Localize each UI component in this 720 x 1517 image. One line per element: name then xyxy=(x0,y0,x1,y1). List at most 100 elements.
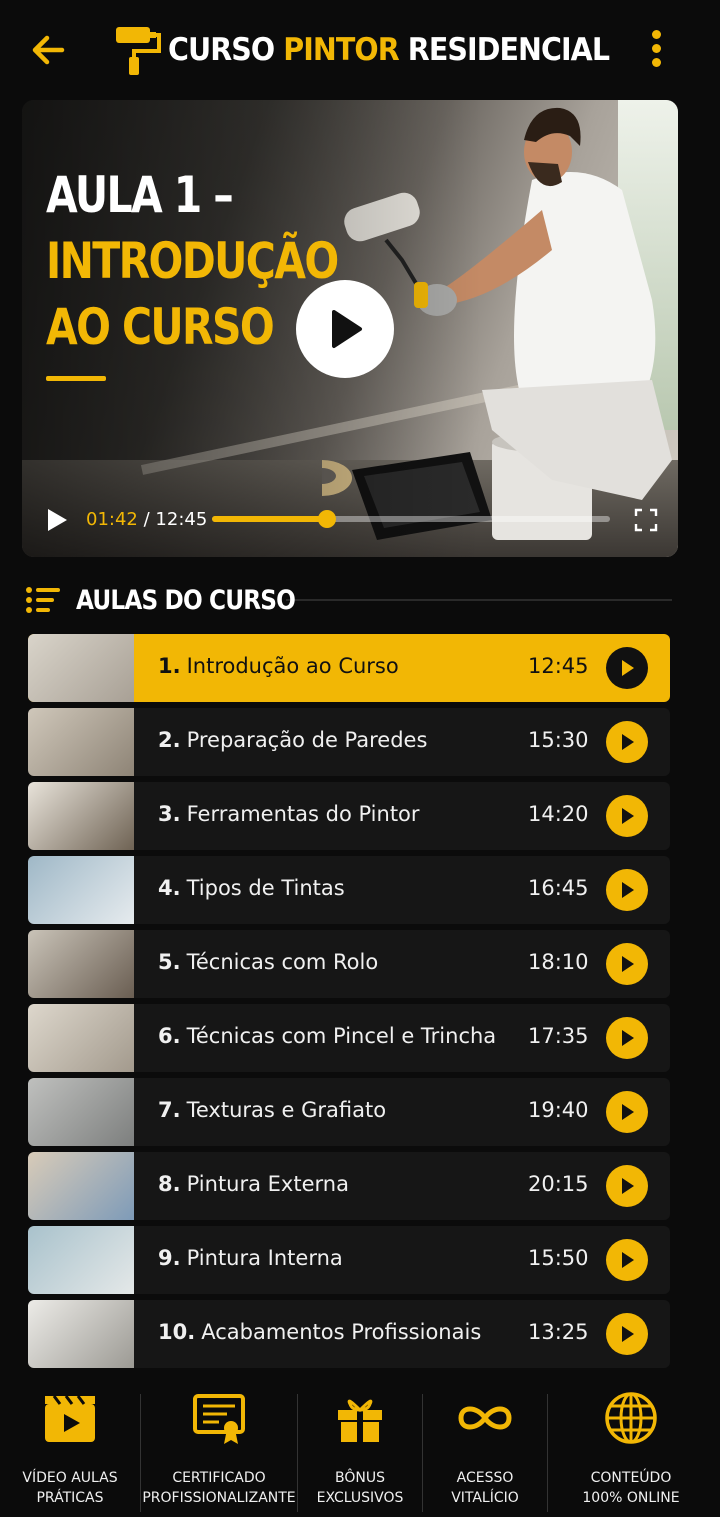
gift-icon xyxy=(338,1399,382,1442)
lesson-number: 5. xyxy=(158,950,181,974)
lesson-thumbnail xyxy=(28,856,134,924)
lesson-row[interactable]: 10. Acabamentos Profissionais 13:25 xyxy=(28,1300,670,1368)
lesson-thumbnail xyxy=(28,708,134,776)
lesson-play-button[interactable] xyxy=(606,1091,648,1133)
lesson-title-text: Pintura Externa xyxy=(186,1172,349,1196)
certificate-icon xyxy=(193,1394,245,1444)
play-icon xyxy=(622,956,634,972)
feature-label: CERTIFICADO PROFISSIONALIZANTE xyxy=(141,1468,297,1508)
title-word-1: CURSO xyxy=(168,32,275,68)
feature-item: VÍDEO AULAS PRÁTICAS xyxy=(0,1390,140,1517)
progress-bar[interactable] xyxy=(212,510,610,528)
lesson-play-button[interactable] xyxy=(606,721,648,763)
lesson-play-button[interactable] xyxy=(606,795,648,837)
play-icon xyxy=(622,1104,634,1120)
lesson-row[interactable]: 5. Técnicas com Rolo 18:10 xyxy=(28,930,670,998)
video-title: AULA 1 – INTRODUÇÃO AO CURSO xyxy=(46,162,339,360)
video-title-line-3: AO CURSO xyxy=(46,298,275,356)
feature-item: ACESSO VITALÍCIO xyxy=(423,1390,547,1517)
lesson-title-text: Tipos de Tintas xyxy=(186,876,345,900)
lesson-play-button[interactable] xyxy=(606,1313,648,1355)
lesson-list: 1. Introdução ao Curso 12:45 2. Preparação d… xyxy=(28,634,670,1374)
lesson-play-button[interactable] xyxy=(606,943,648,985)
lesson-title: 6. Técnicas com Pincel e Trincha xyxy=(158,1024,496,1048)
lesson-play-button[interactable] xyxy=(606,1165,648,1207)
video-title-line-1: AULA 1 – xyxy=(46,166,234,224)
lesson-title: 1. Introdução ao Curso xyxy=(158,654,399,678)
lesson-thumbnail xyxy=(28,1078,134,1146)
lesson-title-text: Acabamentos Profissionais xyxy=(201,1320,482,1344)
lesson-thumbnail xyxy=(28,1300,134,1368)
feature-item: CERTIFICADO PROFISSIONALIZANTE xyxy=(141,1390,297,1517)
lesson-play-button[interactable] xyxy=(606,1017,648,1059)
lesson-duration: 13:25 xyxy=(528,1320,589,1344)
lesson-number: 6. xyxy=(158,1024,181,1048)
lesson-row[interactable]: 4. Tipos de Tintas 16:45 xyxy=(28,856,670,924)
lesson-duration: 19:40 xyxy=(528,1098,589,1122)
progress-knob[interactable] xyxy=(318,510,337,528)
lesson-thumbnail xyxy=(28,1226,134,1294)
lesson-number: 9. xyxy=(158,1246,181,1270)
feature-item: BÔNUS EXCLUSIVOS xyxy=(298,1390,422,1517)
lesson-number: 4. xyxy=(158,876,181,900)
lesson-title-text: Texturas e Grafiato xyxy=(186,1098,387,1122)
feature-label-line-1: CERTIFICADO xyxy=(172,1470,266,1486)
lessons-section-header: AULAS DO CURSO xyxy=(24,578,672,622)
feature-item: CONTEÚDO 100% ONLINE xyxy=(548,1390,714,1517)
section-title: AULAS DO CURSO xyxy=(76,584,296,616)
video-clapper-icon xyxy=(45,1395,95,1442)
paint-roller-icon xyxy=(116,27,161,75)
app-title: CURSO PINTOR RESIDENCIAL xyxy=(168,32,610,68)
lesson-duration: 14:20 xyxy=(528,802,589,826)
kebab-menu-icon[interactable] xyxy=(644,30,668,70)
lesson-duration: 17:35 xyxy=(528,1024,589,1048)
feature-label-line-1: BÔNUS xyxy=(335,1470,385,1486)
lesson-title-text: Técnicas com Pincel e Trincha xyxy=(186,1024,497,1048)
lesson-number: 10. xyxy=(158,1320,196,1344)
lesson-title: 7. Texturas e Grafiato xyxy=(158,1098,386,1122)
lesson-play-button[interactable] xyxy=(606,869,648,911)
lesson-row[interactable]: 2. Preparação de Paredes 15:30 xyxy=(28,708,670,776)
feature-label: VÍDEO AULAS PRÁTICAS xyxy=(0,1468,140,1508)
play-button[interactable] xyxy=(296,280,394,378)
play-icon xyxy=(622,1326,634,1342)
feature-label: CONTEÚDO 100% ONLINE xyxy=(548,1468,714,1508)
play-icon xyxy=(622,734,634,750)
feature-label-line-2: 100% ONLINE xyxy=(582,1490,680,1506)
fullscreen-icon[interactable] xyxy=(634,508,658,532)
feature-label-line-1: ACESSO xyxy=(456,1470,514,1486)
play-icon xyxy=(622,660,634,676)
lesson-row[interactable]: 8. Pintura Externa 20:15 xyxy=(28,1152,670,1220)
play-icon xyxy=(622,1252,634,1268)
features-bar: VÍDEO AULAS PRÁTICAS CERTIFICADO PROFISSION… xyxy=(0,1390,720,1517)
lesson-row[interactable]: 3. Ferramentas do Pintor 14:20 xyxy=(28,782,670,850)
lesson-play-button[interactable] xyxy=(606,647,648,689)
video-controls: 01:42 / 12:45 xyxy=(22,500,678,540)
play-icon xyxy=(622,882,634,898)
play-icon xyxy=(332,310,362,348)
lesson-title-text: Preparação de Paredes xyxy=(186,728,428,752)
play-icon xyxy=(622,1030,634,1046)
lesson-duration: 20:15 xyxy=(528,1172,589,1196)
video-player[interactable]: AULA 1 – INTRODUÇÃO AO CURSO xyxy=(22,100,678,557)
lesson-row[interactable]: 9. Pintura Interna 15:50 xyxy=(28,1226,670,1294)
play-icon xyxy=(622,1178,634,1194)
play-icon xyxy=(622,808,634,824)
feature-label-line-2: VITALÍCIO xyxy=(451,1490,519,1506)
lesson-number: 8. xyxy=(158,1172,181,1196)
lesson-number: 3. xyxy=(158,802,181,826)
total-duration: 12:45 xyxy=(155,509,208,530)
lesson-title: 4. Tipos de Tintas xyxy=(158,876,345,900)
list-icon xyxy=(26,587,60,613)
lesson-play-button[interactable] xyxy=(606,1239,648,1281)
section-divider xyxy=(286,599,672,601)
lesson-title-text: Pintura Interna xyxy=(186,1246,343,1270)
feature-label-line-2: EXCLUSIVOS xyxy=(316,1490,404,1506)
lesson-title-text: Técnicas com Rolo xyxy=(186,950,379,974)
lesson-row[interactable]: 6. Técnicas com Pincel e Trincha 17:35 xyxy=(28,1004,670,1072)
lesson-row[interactable]: 7. Texturas e Grafiato 19:40 xyxy=(28,1078,670,1146)
play-icon[interactable] xyxy=(44,507,70,533)
lesson-row[interactable]: 1. Introdução ao Curso 12:45 xyxy=(28,634,670,702)
arrow-left-icon[interactable] xyxy=(28,30,68,70)
video-title-line-2: INTRODUÇÃO xyxy=(46,232,339,290)
